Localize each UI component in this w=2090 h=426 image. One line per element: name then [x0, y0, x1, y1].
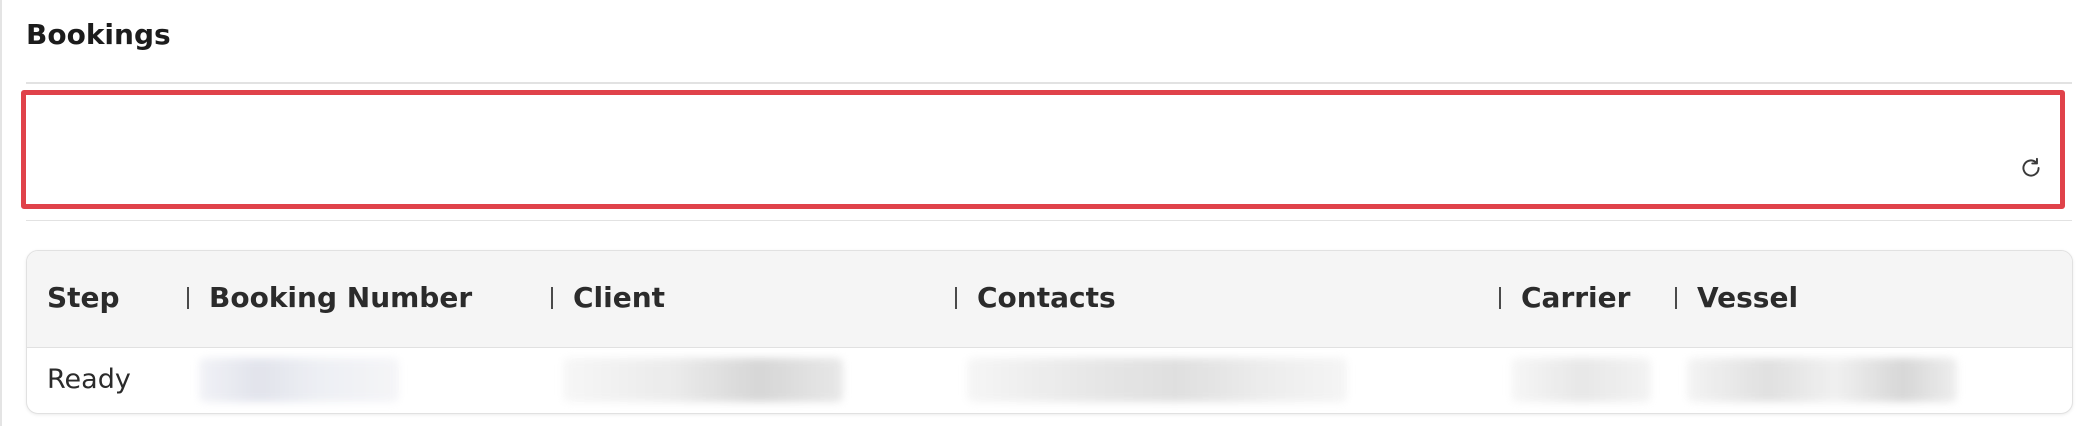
column-resize-handle[interactable]: [551, 287, 553, 309]
column-header-contacts[interactable]: Contacts: [977, 281, 1116, 315]
column-resize-handle[interactable]: [1499, 287, 1501, 309]
filter-panel: [21, 90, 2065, 209]
refresh-icon: [2022, 157, 2040, 177]
redacted-vessel: [1687, 358, 1957, 402]
column-resize-handle[interactable]: [187, 287, 189, 309]
column-header-client[interactable]: Client: [573, 281, 665, 315]
left-border: [0, 0, 2, 426]
divider: [26, 220, 2072, 221]
redacted-contacts: [967, 358, 1347, 402]
redacted-booking-number: [199, 358, 399, 402]
column-header-booking-number[interactable]: Booking Number: [209, 281, 472, 315]
page-title: Bookings: [26, 18, 171, 51]
divider: [26, 82, 2072, 84]
redacted-client: [563, 358, 843, 402]
bookings-table: Step Booking Number Client Contacts Carr…: [26, 250, 2073, 414]
column-resize-handle[interactable]: [955, 287, 957, 309]
refresh-button[interactable]: [2016, 153, 2046, 183]
column-header-vessel[interactable]: Vessel: [1697, 281, 1798, 315]
table-row[interactable]: Ready: [27, 348, 2072, 413]
column-header-carrier[interactable]: Carrier: [1521, 281, 1630, 315]
redacted-carrier: [1511, 358, 1651, 402]
column-header-step[interactable]: Step: [47, 281, 120, 315]
table-header: Step Booking Number Client Contacts Carr…: [27, 251, 2072, 348]
cell-step: Ready: [47, 364, 131, 395]
column-resize-handle[interactable]: [1675, 287, 1677, 309]
